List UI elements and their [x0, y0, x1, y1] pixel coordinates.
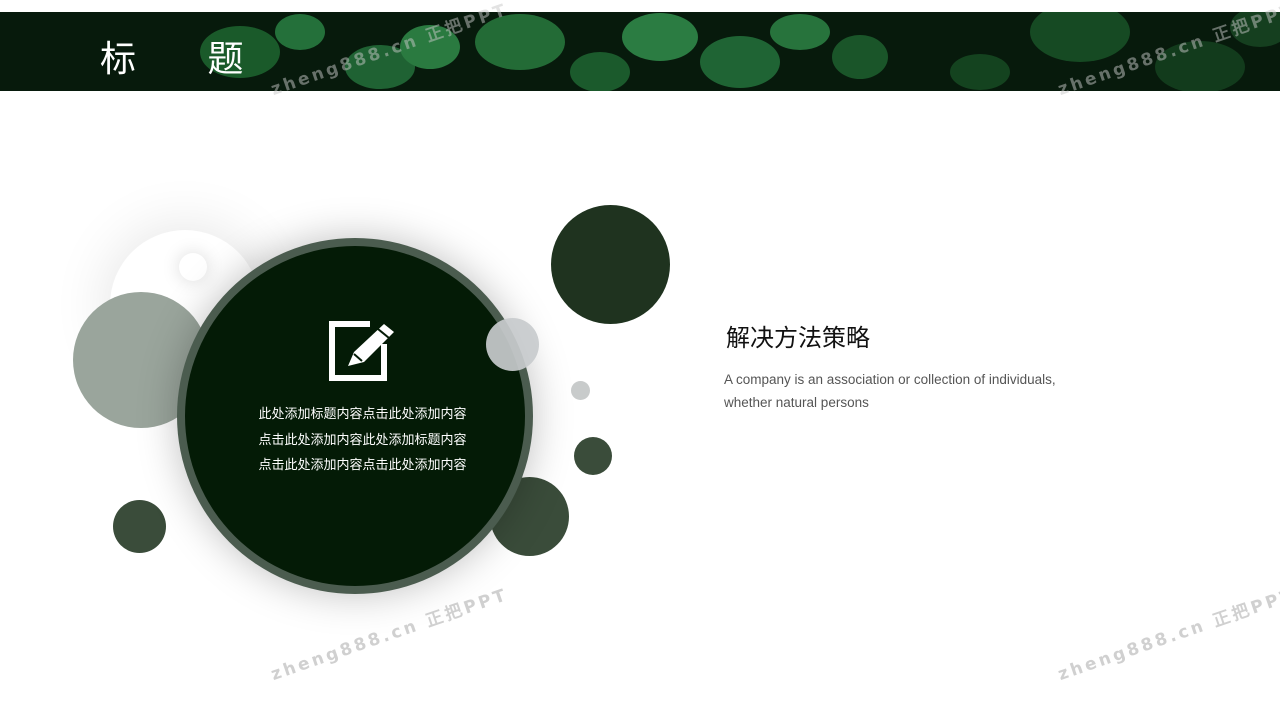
section-description: A company is an association or collectio… [724, 368, 1124, 414]
small-white-circle [179, 253, 207, 281]
circle-text-line: 点击此处添加内容此处添加标题内容 [258, 432, 467, 448]
gray-dot [571, 381, 590, 400]
section-heading: 解决方法策略 [726, 324, 870, 352]
light-gray-circle [486, 318, 539, 371]
circle-text-line: 点击此处添加内容点击此处添加内容 [258, 458, 467, 473]
watermark: zheng888.cn 正把PPT [1055, 584, 1280, 685]
description-line: whether natural persons [724, 395, 869, 410]
description-line: A company is an association or collectio… [724, 372, 1056, 387]
moss-circle-small [574, 437, 612, 475]
circle-body-text: 此处添加标题内容点击此处添加内容 点击此处添加内容此处添加标题内容 点击此处添加… [230, 402, 495, 479]
watermark: zheng888.cn 正把PPT [268, 584, 511, 685]
circle-text-line: 此处添加标题内容点击此处添加内容 [258, 407, 467, 422]
moss-circle-left [113, 500, 166, 553]
forest-circle-top [551, 205, 670, 324]
page-title: 标 题 [100, 39, 274, 80]
edit-icon [329, 321, 394, 381]
